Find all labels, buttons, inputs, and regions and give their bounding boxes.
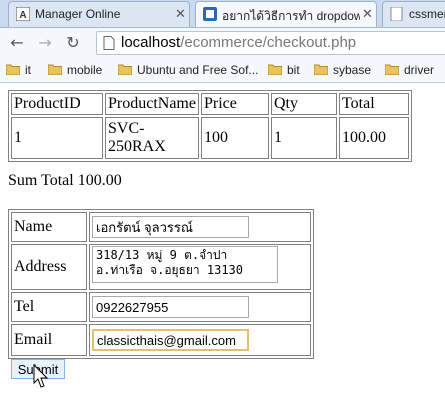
bookmark-driver[interactable]: driver xyxy=(385,62,434,79)
page-icon xyxy=(103,36,115,50)
folder-icon xyxy=(48,64,62,76)
browser-toolbar: ← → ↻ localhost/ecommerce/checkout.php xyxy=(0,28,445,58)
email-field[interactable] xyxy=(92,329,249,351)
table-row: 1 SVC-250RAX 100 1 100.00 xyxy=(11,117,409,159)
checkout-form: Name Address 318/13 หมู่ 9 ต.จำปา อ.ท่าเ… xyxy=(8,209,314,359)
bookmark-label: it xyxy=(25,62,31,77)
table-header-row: ProductID ProductName Price Qty Total xyxy=(11,93,409,115)
bookmark-label: bit xyxy=(287,62,300,77)
svg-text:A: A xyxy=(19,10,26,21)
page-content: ProductID ProductName Price Qty Total 1 … xyxy=(8,90,412,162)
bookmark-ubuntu[interactable]: Ubuntu and Free Sof... xyxy=(118,62,258,79)
tab-active[interactable]: อยากได้วิธีการทำ dropdown ✕ xyxy=(195,1,377,27)
url-path: /ecommerce/checkout.php xyxy=(180,34,357,51)
folder-icon xyxy=(6,64,20,76)
table-cell: 1 xyxy=(11,117,103,159)
address-label: Address xyxy=(11,244,87,290)
form-row-address: Address 318/13 หมู่ 9 ต.จำปา อ.ท่าเรือ จ… xyxy=(11,244,311,290)
bookmark-label: driver xyxy=(404,62,435,77)
bookmark-sybase[interactable]: sybase xyxy=(314,62,371,79)
tab-manager-online[interactable]: A Manager Online ✕ xyxy=(8,1,190,27)
tab-title: cssmen xyxy=(409,7,445,21)
column-header: ProductID xyxy=(11,93,103,115)
tab-title: อยากได้วิธีการทำ dropdown xyxy=(222,9,360,23)
folder-icon xyxy=(118,64,132,76)
bookmark-bit[interactable]: bit xyxy=(268,62,300,79)
email-label: Email xyxy=(11,324,87,356)
table-cell: 1 xyxy=(270,117,337,159)
mouse-pointer-icon xyxy=(33,364,49,388)
form-row-email: Email xyxy=(11,324,311,356)
column-header: Price xyxy=(200,93,269,115)
folder-icon xyxy=(385,64,399,76)
browser-tab-bar: A Manager Online ✕ อยากได้วิธีการทำ drop… xyxy=(0,0,445,28)
forward-icon[interactable]: → xyxy=(34,32,56,54)
bookmark-label: Ubuntu and Free Sof... xyxy=(137,62,259,77)
url-text: localhost/ecommerce/checkout.php xyxy=(121,34,356,51)
tab-cssmen[interactable]: cssmen xyxy=(382,1,445,27)
table-cell: 100.00 xyxy=(338,117,409,159)
bookmark-mobile[interactable]: mobile xyxy=(48,62,102,79)
doc-favicon xyxy=(390,7,403,21)
bookmark-it[interactable]: it xyxy=(6,62,31,79)
site-favicon xyxy=(203,7,217,21)
sum-total: Sum Total 100.00 xyxy=(8,172,122,189)
form-row-name: Name xyxy=(11,212,311,242)
close-icon[interactable]: ✕ xyxy=(362,6,373,22)
column-header: Total xyxy=(338,93,409,115)
address-bar[interactable]: localhost/ecommerce/checkout.php xyxy=(96,31,445,55)
tab-title: Manager Online xyxy=(35,7,121,21)
bookmarks-bar: it mobile Ubuntu and Free Sof... bit syb… xyxy=(0,58,445,83)
bookmark-label: mobile xyxy=(67,62,103,77)
table-cell: 100 xyxy=(200,117,269,159)
name-label: Name xyxy=(11,212,87,242)
tel-label: Tel xyxy=(11,292,87,322)
close-icon[interactable]: ✕ xyxy=(175,6,186,22)
tel-field[interactable] xyxy=(92,296,249,318)
back-icon[interactable]: ← xyxy=(6,32,28,54)
cart-table: ProductID ProductName Price Qty Total 1 … xyxy=(8,90,412,162)
table-cell: SVC-250RAX xyxy=(105,117,199,159)
folder-icon xyxy=(314,64,328,76)
manager-online-favicon: A xyxy=(16,7,30,21)
address-field[interactable]: 318/13 หมู่ 9 ต.จำปา อ.ท่าเรือ จ.อยุธยา … xyxy=(92,246,278,283)
name-field[interactable] xyxy=(92,216,249,238)
folder-icon xyxy=(268,64,282,76)
column-header: Qty xyxy=(270,93,337,115)
reload-icon[interactable]: ↻ xyxy=(62,32,84,54)
bookmark-label: sybase xyxy=(333,62,372,77)
form-row-tel: Tel xyxy=(11,292,311,322)
column-header: ProductName xyxy=(105,93,199,115)
url-host: localhost xyxy=(121,34,181,51)
